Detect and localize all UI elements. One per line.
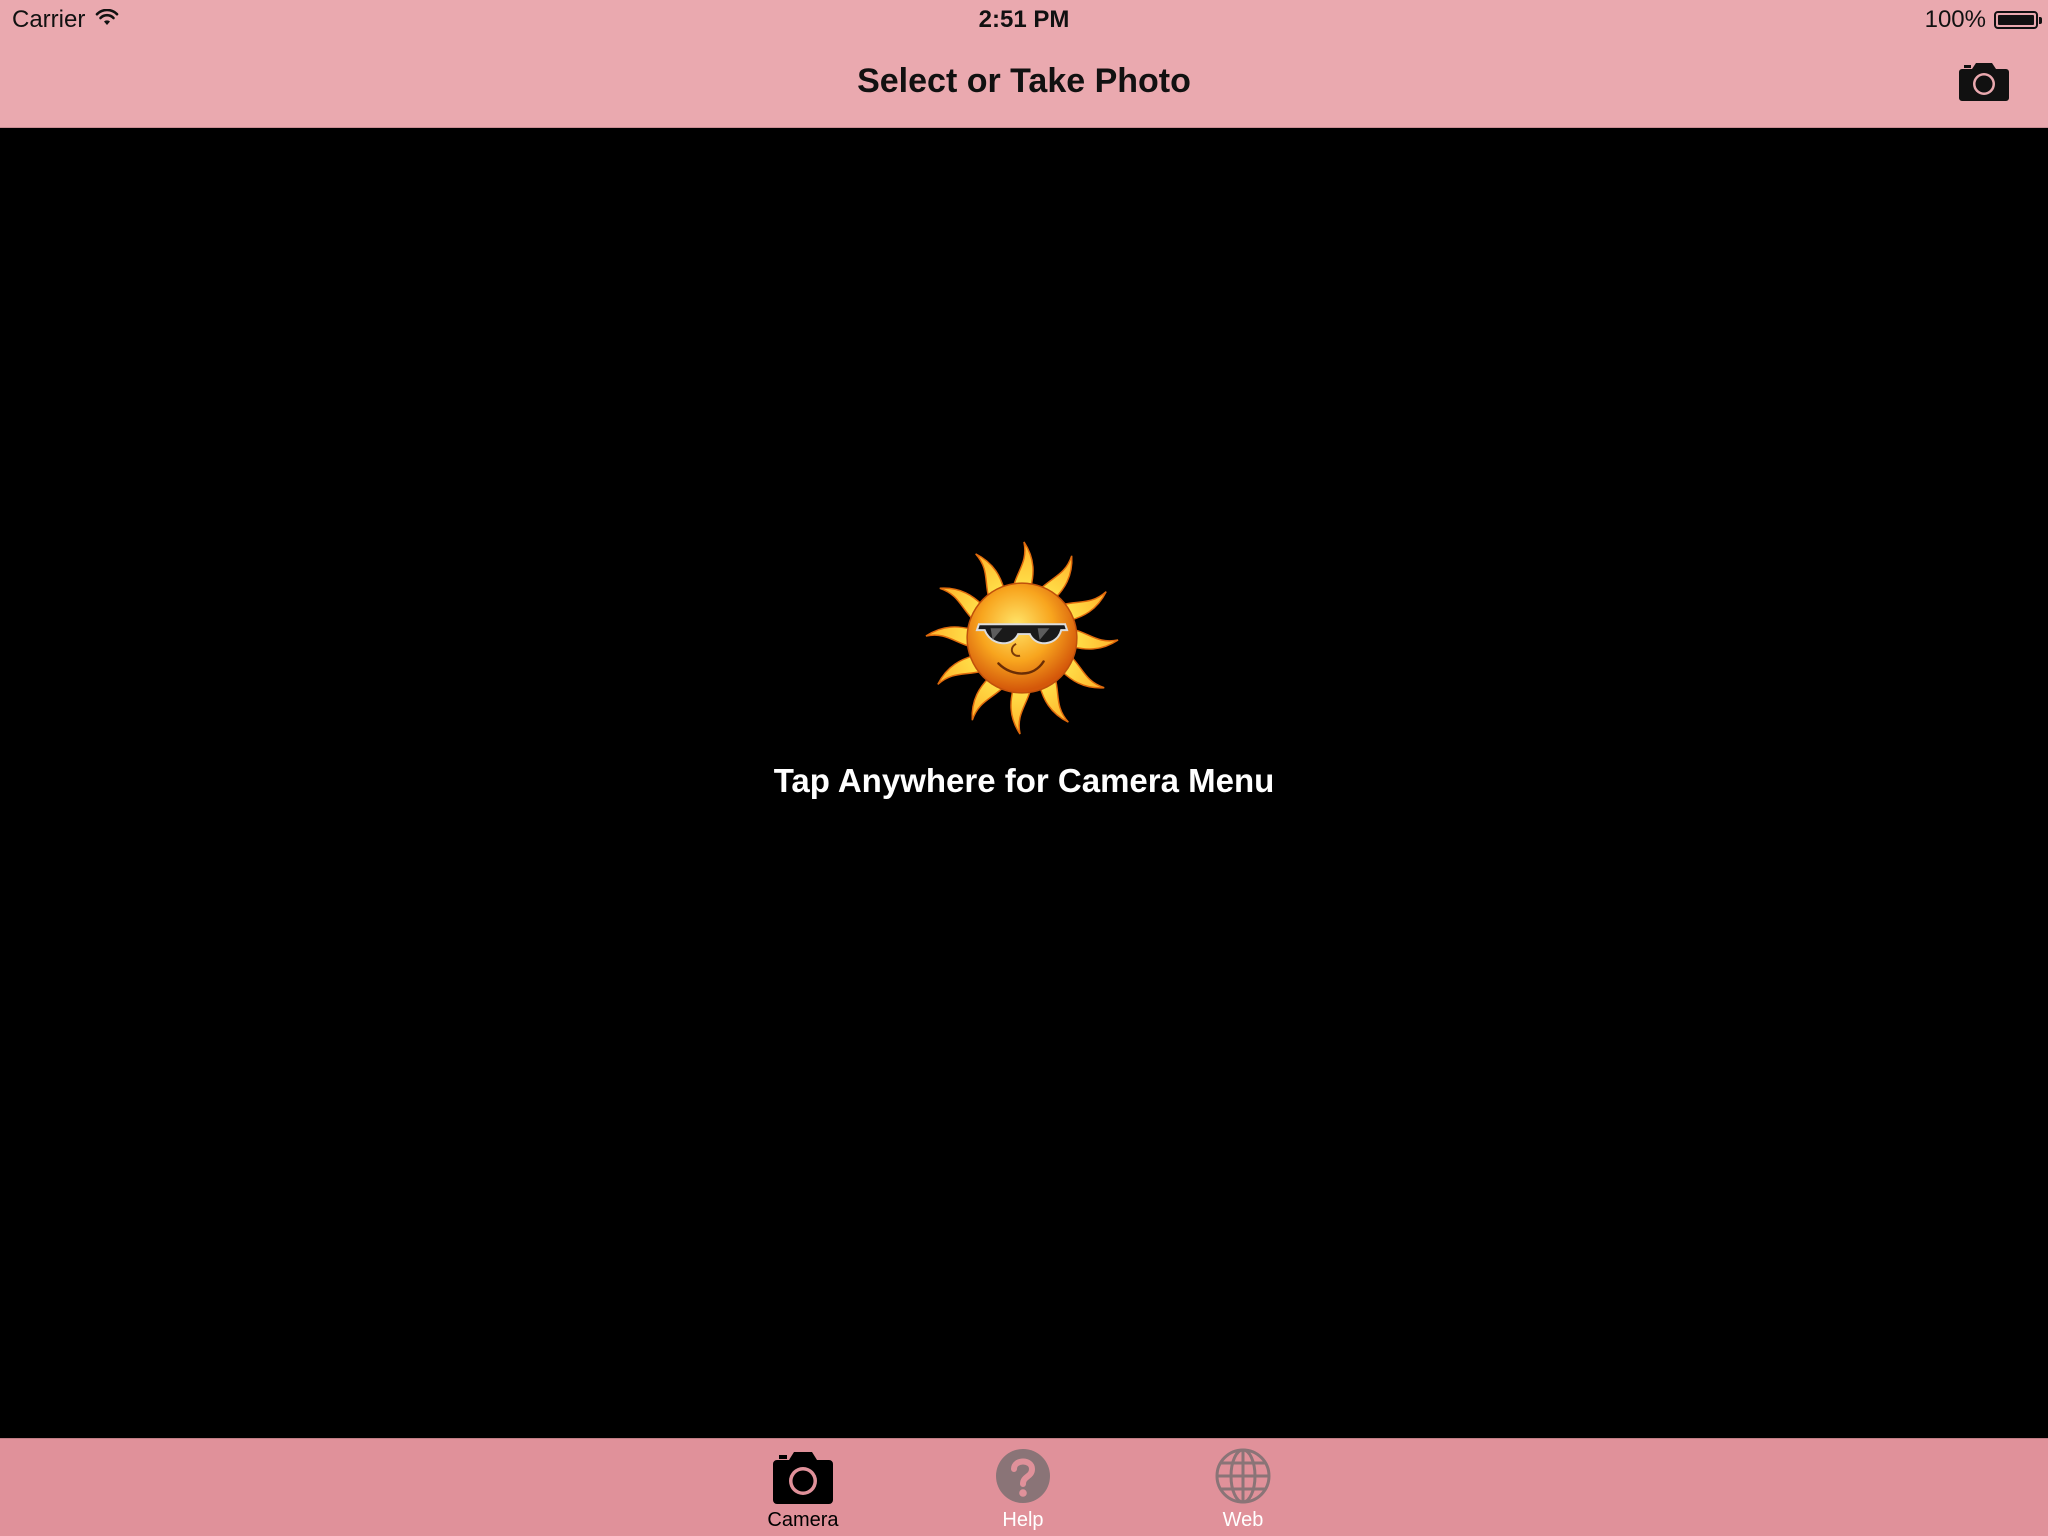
battery-icon [1994,11,2042,29]
battery-percent: 100% [1924,6,1986,33]
status-battery: 100% [1924,6,2042,34]
tab-camera[interactable]: Camera [733,1445,873,1535]
camera-icon [1959,63,2009,101]
tab-label: Help [1002,1509,1044,1531]
tab-bar: Camera Help Web [0,1438,2048,1536]
app-screen: Carrier 2:51 PM 100% Select or Take Phot… [0,0,2048,1536]
camera-button[interactable] [1958,60,2010,102]
tab-label: Camera [767,1509,839,1531]
tab-label: Web [1222,1509,1264,1531]
question-mark-icon [991,1445,1055,1507]
camera-icon [771,1445,835,1507]
tap-hint-text: Tap Anywhere for Camera Menu [773,762,1275,799]
tab-help[interactable]: Help [953,1445,1093,1535]
top-bar: Carrier 2:51 PM 100% Select or Take Phot… [0,0,2048,128]
tab-web[interactable]: Web [1173,1445,1313,1535]
status-time: 2:51 PM [978,6,1070,33]
page-title: Select or Take Photo [857,62,1191,100]
camera-menu-area[interactable]: Tap Anywhere for Camera Menu [0,128,2048,1438]
globe-icon [1211,1445,1275,1507]
sun-with-sunglasses-icon [925,541,1119,735]
